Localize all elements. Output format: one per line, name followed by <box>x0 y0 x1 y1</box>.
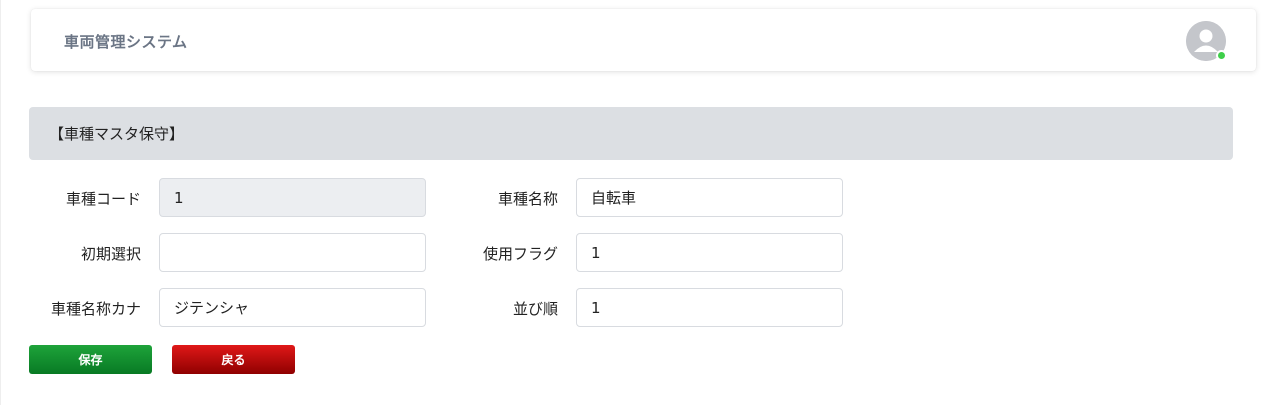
section-title: 【車種マスタ保守】 <box>49 125 185 143</box>
initial-selection-label: 初期選択 <box>80 245 141 263</box>
sort-order-label: 並び順 <box>512 300 558 318</box>
online-status-icon <box>1216 50 1227 61</box>
user-avatar[interactable] <box>1186 21 1227 61</box>
vehicle-type-name-kana-label: 車種名称カナ <box>50 300 141 318</box>
vehicle-type-code-input[interactable] <box>159 178 426 217</box>
top-bar: 車両管理システム <box>31 9 1256 71</box>
back-button[interactable]: 戻る <box>172 345 295 374</box>
vehicle-type-code-label: 車種コード <box>65 190 141 208</box>
vehicle-type-name-kana-input[interactable] <box>159 288 426 327</box>
app-title: 車両管理システム <box>64 33 188 51</box>
page: 車両管理システム 【車種マスタ保守】 車種コード 初期選択 車種名称カナ 車種名… <box>0 0 1268 405</box>
usage-flag-input[interactable] <box>576 233 843 272</box>
initial-selection-input[interactable] <box>159 233 426 272</box>
section-header: 【車種マスタ保守】 <box>29 107 1233 160</box>
vehicle-type-name-label: 車種名称 <box>497 190 558 208</box>
vehicle-type-name-input[interactable] <box>576 178 843 217</box>
usage-flag-label: 使用フラグ <box>482 245 558 263</box>
save-button[interactable]: 保存 <box>29 345 152 374</box>
sort-order-input[interactable] <box>576 288 843 327</box>
